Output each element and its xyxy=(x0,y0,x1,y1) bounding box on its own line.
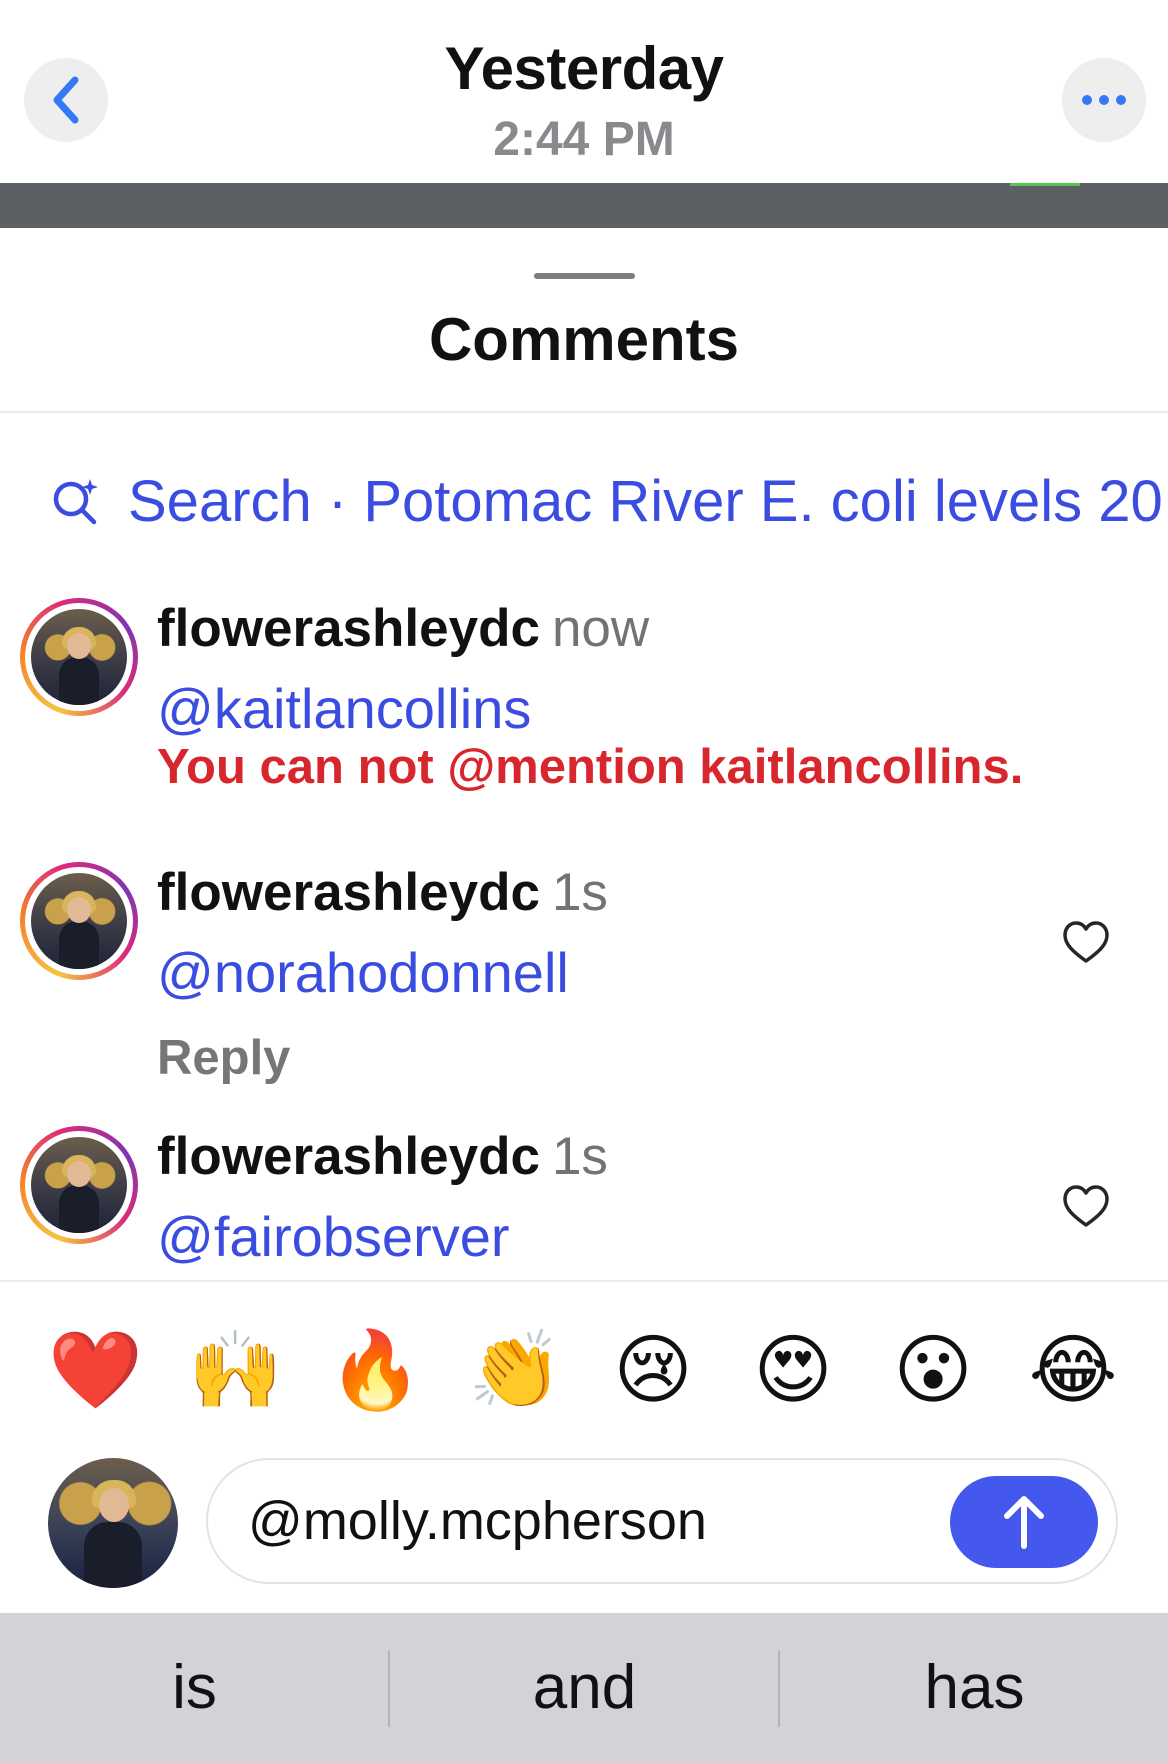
comment-username[interactable]: flowerashleydc xyxy=(157,1127,540,1186)
divider xyxy=(0,411,1168,413)
comment-mention[interactable]: @kaitlancollins xyxy=(157,676,531,741)
nav-title: Yesterday xyxy=(444,35,724,102)
more-options-button[interactable] xyxy=(1062,58,1146,142)
emoji-reaction-bar: ❤️ 🙌 🔥 👏 😢 😍 😮 😂 xyxy=(0,1325,1168,1415)
divider xyxy=(0,1280,1168,1282)
comment-mention[interactable]: @fairobserver xyxy=(157,1204,510,1269)
ellipsis-icon xyxy=(1082,95,1126,105)
emoji-clapping-hands[interactable]: 👏 xyxy=(468,1325,563,1415)
comment-composer: @molly.mcpherson xyxy=(206,1458,1118,1584)
nav-subtitle: 2:44 PM xyxy=(493,113,675,166)
heart-icon[interactable] xyxy=(1062,920,1110,964)
nav-bar: Yesterday 2:44 PM xyxy=(0,0,1168,183)
suggestion-word[interactable]: and xyxy=(390,1613,779,1763)
emoji-crying-face[interactable]: 😢 xyxy=(608,1325,698,1415)
comment-input[interactable]: @molly.mcpherson xyxy=(248,1460,888,1582)
comment-mention[interactable]: @norahodonnell xyxy=(157,940,569,1005)
keyboard-suggestion-bar: is and has xyxy=(0,1613,1168,1763)
comment-time: 1s xyxy=(551,863,608,922)
comment-username[interactable]: flowerashleydc xyxy=(157,863,540,922)
comment-time: 1s xyxy=(551,1127,608,1186)
reply-button[interactable]: Reply xyxy=(157,1030,290,1086)
comment-header: flowerashleydc now xyxy=(157,598,649,659)
suggestion-word[interactable]: is xyxy=(0,1613,389,1763)
comment-time: now xyxy=(551,599,650,658)
emoji-red-heart[interactable]: ❤️ xyxy=(48,1325,143,1415)
emoji-heart-eyes[interactable]: 😍 xyxy=(748,1325,838,1415)
arrow-up-icon xyxy=(1004,1496,1044,1549)
comment-header: flowerashleydc 1s xyxy=(157,862,608,923)
sheet-title: Comments xyxy=(428,306,740,373)
emoji-surprised-face[interactable]: 😮 xyxy=(888,1325,978,1415)
search-suggestion[interactable]: Search · Potomac River E. coli levels 20 xyxy=(50,466,1168,536)
mention-error-text: You can not @mention kaitlancollins. xyxy=(157,740,1024,794)
search-sparkle-icon xyxy=(53,479,98,525)
current-user-avatar xyxy=(48,1458,178,1588)
suggestion-word[interactable]: has xyxy=(780,1613,1168,1763)
avatar[interactable] xyxy=(20,598,138,716)
comment-username[interactable]: flowerashleydc xyxy=(157,599,540,658)
background-strip xyxy=(0,183,1168,228)
heart-icon[interactable] xyxy=(1062,1184,1110,1228)
emoji-fire[interactable]: 🔥 xyxy=(328,1325,423,1415)
emoji-raising-hands[interactable]: 🙌 xyxy=(188,1325,283,1415)
emoji-tears-of-joy[interactable]: 😂 xyxy=(1028,1325,1118,1415)
sheet-grabber[interactable] xyxy=(534,273,635,279)
search-suggestion-text: Search · Potomac River E. coli levels 20 xyxy=(128,468,1163,534)
send-button[interactable] xyxy=(950,1476,1098,1568)
comment-header: flowerashleydc 1s xyxy=(157,1126,608,1187)
avatar[interactable] xyxy=(20,862,138,980)
avatar[interactable] xyxy=(20,1126,138,1244)
